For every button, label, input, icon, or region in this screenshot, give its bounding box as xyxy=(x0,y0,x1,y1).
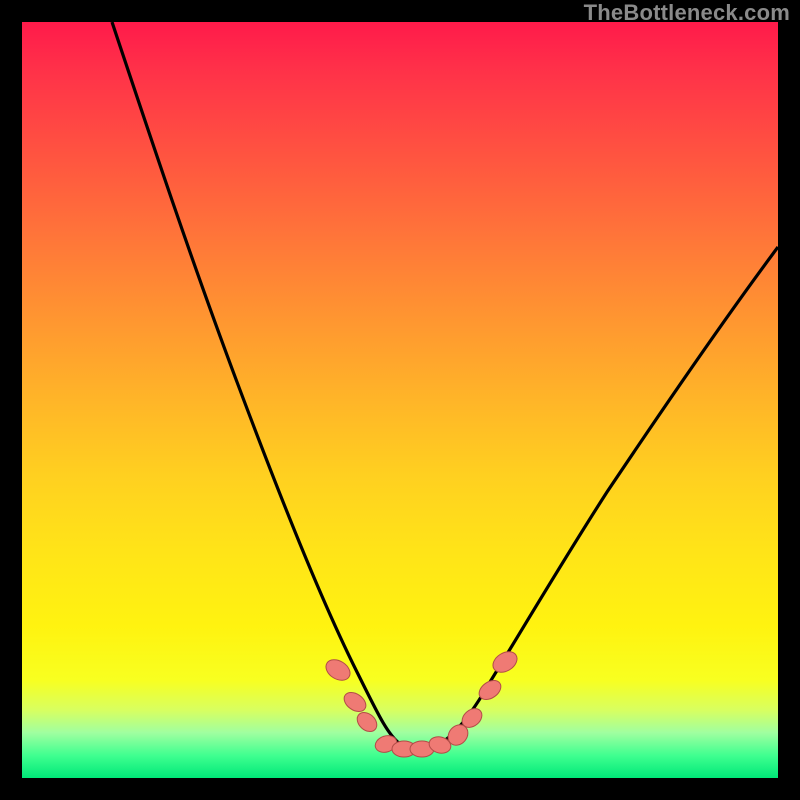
curve-marker xyxy=(341,689,370,716)
chart-plot-area xyxy=(22,22,778,778)
watermark-text: TheBottleneck.com xyxy=(584,0,790,26)
bottleneck-curve-svg xyxy=(22,22,778,778)
curve-marker xyxy=(489,647,521,676)
chart-frame: TheBottleneck.com xyxy=(0,0,800,800)
curve-marker xyxy=(322,655,354,684)
bottleneck-curve-path xyxy=(112,22,778,750)
